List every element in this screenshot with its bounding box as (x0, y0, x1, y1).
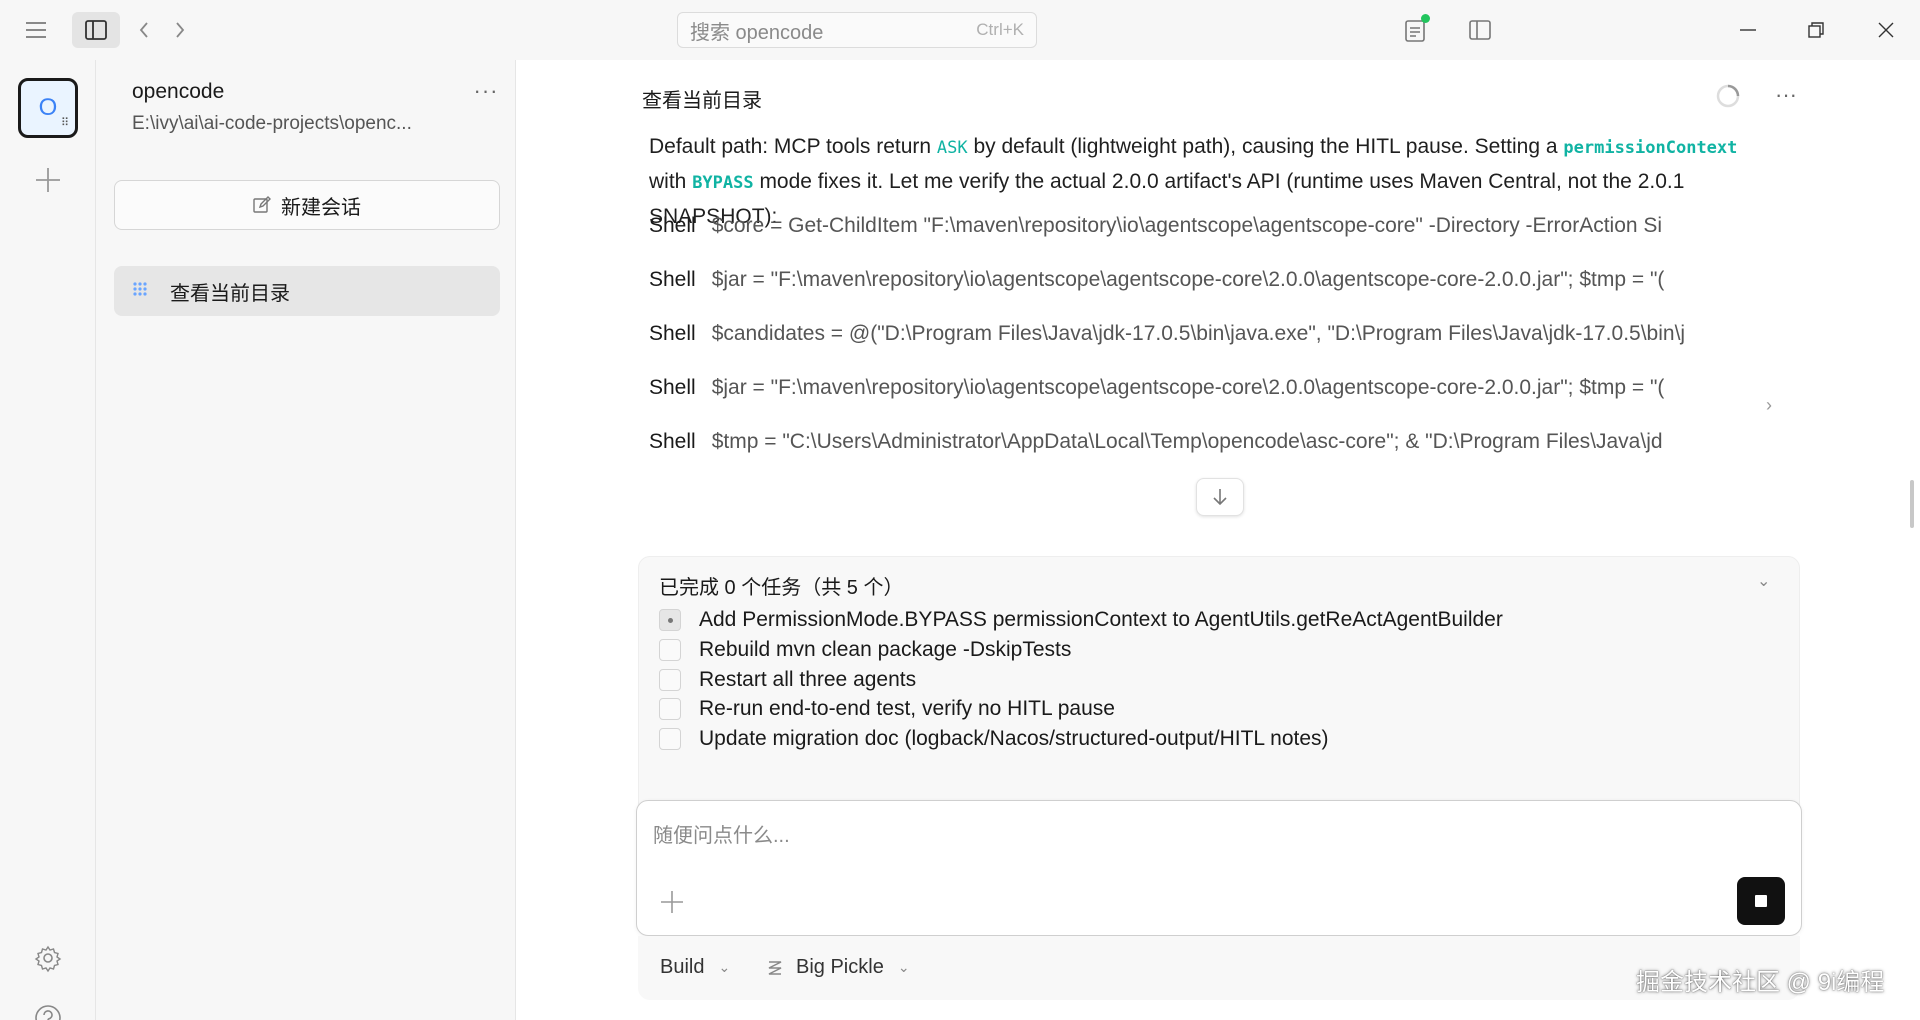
shell-label: Shell (649, 214, 696, 237)
restore-icon[interactable] (1792, 12, 1840, 48)
message-text: with (649, 170, 693, 193)
task-label: Restart all three agents (699, 668, 917, 691)
attach-plus-icon[interactable] (657, 887, 687, 917)
review-changes-icon[interactable] (1398, 12, 1434, 48)
shell-tool-call[interactable]: Shell $core = Get-ChildItem "F:\maven\re… (649, 214, 1769, 248)
model-select[interactable]: Big Pickle ⌄ (768, 956, 910, 979)
project-name: opencode (132, 80, 225, 103)
chevron-down-icon: ⌄ (718, 959, 731, 975)
new-session-label: 新建会话 (281, 196, 361, 219)
task-checkbox[interactable] (659, 609, 681, 631)
session-sidebar: opencode E:\ivy\ai\ai-code-projects\open… (96, 60, 516, 1020)
search-shortcut: Ctrl+K (976, 20, 1024, 39)
task-item: Update migration doc (logback/Nacos/stru… (659, 724, 1329, 754)
shell-tool-call[interactable]: Shell $jar = "F:\maven\repository\io\age… (649, 376, 1769, 410)
back-icon[interactable] (128, 14, 160, 46)
tasks-summary: 已完成 0 个任务（共 5 个） (659, 577, 904, 599)
project-more-icon[interactable]: ··· (468, 78, 504, 106)
inline-code-bypass: BYPASS (692, 173, 754, 193)
project-avatar[interactable]: O ⠿ (18, 78, 78, 138)
collapse-chevron-icon[interactable]: ⌄ (1757, 571, 1770, 591)
minimize-icon[interactable] (1724, 12, 1772, 48)
session-label: 查看当前目录 (170, 282, 290, 305)
toggle-panel-icon[interactable] (1462, 12, 1498, 48)
settings-icon[interactable] (30, 940, 66, 976)
mode-label: Build (660, 956, 705, 978)
inline-code-permission-context: permissionContext (1563, 138, 1738, 158)
inline-code-ask: ASK (936, 138, 968, 158)
edit-icon (253, 196, 271, 213)
model-icon (768, 960, 782, 975)
shell-tool-call[interactable]: Shell $jar = "F:\maven\repository\io\age… (649, 268, 1769, 302)
menu-icon[interactable] (20, 14, 52, 46)
shell-command: $jar = "F:\maven\repository\io\agentscop… (711, 376, 1665, 399)
shell-tool-call[interactable]: Shell $candidates = @("D:\Program Files\… (649, 322, 1769, 356)
watermark: 掘金技术社区 @ 9i编程 (1636, 969, 1885, 996)
task-label: Rebuild mvn clean package -DskipTests (699, 638, 1072, 661)
toggle-sidebar-icon[interactable] (72, 12, 120, 48)
message-text: by default (lightweight path), causing t… (967, 135, 1564, 158)
task-checkbox[interactable] (659, 639, 681, 661)
mode-select[interactable]: Build ⌄ (660, 956, 730, 979)
task-item: Rebuild mvn clean package -DskipTests (659, 635, 1071, 665)
scrollbar-thumb[interactable] (1910, 480, 1914, 528)
task-checkbox[interactable] (659, 669, 681, 691)
model-label: Big Pickle (796, 956, 884, 978)
shell-command: $candidates = @("D:\Program Files\Java\j… (711, 322, 1686, 345)
conversation-title: 查看当前目录 (642, 90, 762, 112)
task-item: Restart all three agents (659, 665, 916, 695)
project-initial: O (38, 94, 58, 121)
arrow-down-icon (1213, 489, 1227, 506)
close-icon[interactable] (1862, 12, 1910, 48)
task-label: Add PermissionMode.BYPASS permissionCont… (699, 608, 1503, 631)
task-label: Update migration doc (logback/Nacos/stru… (699, 727, 1329, 750)
chevron-down-icon: ⌄ (897, 959, 910, 975)
session-item[interactable]: 查看当前目录 (114, 266, 500, 316)
scroll-to-bottom-button[interactable] (1196, 478, 1244, 516)
shell-command: $core = Get-ChildItem "F:\maven\reposito… (711, 214, 1663, 237)
loading-dots-icon (133, 282, 147, 296)
shell-label: Shell (649, 268, 696, 291)
status-dot (1421, 14, 1430, 23)
shell-label: Shell (649, 430, 696, 453)
title-bar: 搜索 opencode Ctrl+K (0, 0, 1920, 60)
project-rail: O ⠿ (0, 60, 96, 1020)
add-project-icon[interactable] (30, 162, 66, 198)
message-text: Default path: MCP tools return (649, 135, 937, 158)
task-item: Add PermissionMode.BYPASS permissionCont… (659, 605, 1503, 635)
new-session-button[interactable]: 新建会话 (114, 180, 500, 230)
shell-command: $jar = "F:\maven\repository\io\agentscop… (711, 268, 1665, 291)
shell-label: Shell (649, 322, 696, 345)
composer-toolbar: Build ⌄ Big Pickle ⌄ (638, 936, 1800, 1000)
shell-tool-call[interactable]: Shell $tmp = "C:\Users\Administrator\App… (649, 430, 1769, 464)
project-path: E:\ivy\ai\ai-code-projects\openc... (132, 113, 412, 134)
task-label: Re-run end-to-end test, verify no HITL p… (699, 697, 1115, 720)
stop-button[interactable] (1737, 877, 1785, 925)
forward-icon[interactable] (164, 14, 196, 46)
grid-icon: ⠿ (60, 117, 69, 129)
conversation-pane: 查看当前目录 ··· Default path: MCP tools retur… (516, 60, 1920, 1020)
search-bar[interactable]: 搜索 opencode Ctrl+K (677, 12, 1037, 48)
spinner-icon (1714, 82, 1742, 110)
prompt-composer[interactable]: 随便问点什么... (636, 800, 1802, 936)
task-checkbox[interactable] (659, 728, 681, 750)
task-item: Re-run end-to-end test, verify no HITL p… (659, 694, 1115, 724)
prompt-placeholder: 随便问点什么... (653, 825, 790, 847)
shell-label: Shell (649, 376, 696, 399)
conversation-more-icon[interactable]: ··· (1768, 82, 1804, 110)
search-placeholder: 搜索 opencode (690, 21, 824, 44)
shell-command: $tmp = "C:\Users\Administrator\AppData\L… (711, 430, 1663, 453)
help-icon[interactable] (30, 1000, 66, 1020)
task-checkbox[interactable] (659, 698, 681, 720)
